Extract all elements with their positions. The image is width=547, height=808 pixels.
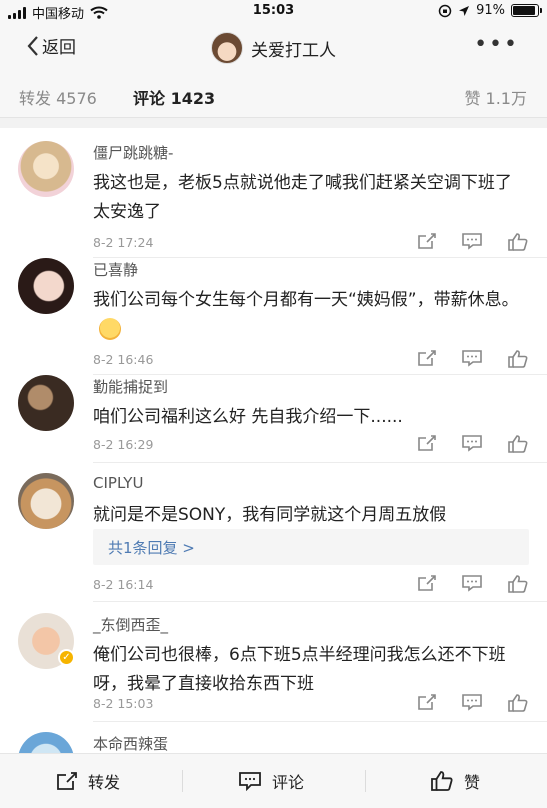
repost-label: 转发 <box>88 773 121 792</box>
like-icon[interactable] <box>507 349 529 369</box>
commenter-name[interactable]: 已喜静 <box>93 259 138 280</box>
comment-time: 8-2 16:46 <box>93 352 154 367</box>
commenter-name[interactable]: CIPLYU <box>93 474 143 492</box>
share-icon[interactable] <box>417 232 437 252</box>
avatar[interactable] <box>18 375 74 431</box>
avatar[interactable] <box>18 732 74 753</box>
tab-comment[interactable]: 评论 1423 <box>133 85 215 109</box>
share-icon[interactable] <box>417 349 437 369</box>
comment-text: 我这也是，老板5点就说他走了喊我们赶紧关空调下班了太安逸了 <box>93 173 512 222</box>
battery-icon <box>511 4 542 17</box>
battery-percent: 91% <box>476 3 505 18</box>
divider <box>93 257 547 258</box>
comment-icon[interactable] <box>461 574 483 594</box>
comment-list[interactable]: 僵尸跳跳糖- 我这也是，老板5点就说他走了喊我们赶紧关空调下班了太安逸了 8-2… <box>0 128 547 753</box>
tab-repost[interactable]: 转发 4576 <box>19 85 97 109</box>
like-icon[interactable] <box>507 693 529 713</box>
comment-text-body: 我们公司每个女生每个月都有一天“姨妈假”，带薪休息。 <box>93 290 519 310</box>
comment-icon[interactable] <box>461 434 483 454</box>
status-bar: 中国移动 15:03 91% <box>0 0 547 22</box>
like-label: 赞 <box>464 773 481 792</box>
orientation-lock-icon <box>438 4 452 17</box>
nav-bar: 返回 关爱打工人 ••• <box>0 22 547 70</box>
comment-icon[interactable] <box>461 232 483 252</box>
location-icon <box>459 5 470 16</box>
divider <box>182 770 183 792</box>
comment-text: 我们公司每个女生每个月都有一天“姨妈假”，带薪休息。 <box>93 286 523 344</box>
more-button[interactable]: ••• <box>474 32 519 57</box>
comment-text: 就问是不是SONY，我有同学就这个月周五放假 <box>93 505 447 525</box>
divider <box>93 462 547 463</box>
reply-box[interactable]: 共1条回复 > <box>93 529 529 565</box>
comment-time: 8-2 17:24 <box>93 235 154 250</box>
avatar[interactable] <box>18 258 74 314</box>
share-icon[interactable] <box>417 574 437 594</box>
avatar[interactable] <box>18 141 74 197</box>
divider <box>365 770 366 792</box>
bottom-action-bar: 转发 评论 赞 <box>0 753 547 808</box>
commenter-name[interactable]: 本命西辣蛋 <box>93 733 168 753</box>
divider <box>93 374 547 375</box>
nav-title[interactable]: 关爱打工人 <box>0 32 547 64</box>
avatar[interactable] <box>18 473 74 529</box>
author-name: 关爱打工人 <box>251 40 336 61</box>
comment-label: 评论 <box>272 773 305 792</box>
comment-time: 8-2 15:03 <box>93 696 154 711</box>
divider <box>93 721 547 722</box>
like-button[interactable]: 赞 <box>430 769 480 793</box>
comment-text: 咱们公司福利这么好 先自我介绍一下...... <box>93 407 403 427</box>
repost-button[interactable]: 转发 <box>56 769 120 793</box>
tab-bar: 转发 4576 评论 1423 赞 1.1万 <box>0 70 547 118</box>
share-icon[interactable] <box>417 434 437 454</box>
emoji-icon <box>99 318 121 340</box>
comment-icon[interactable] <box>461 349 483 369</box>
comment-button[interactable]: 评论 <box>238 769 304 793</box>
commenter-name[interactable]: _东倒西歪_ <box>93 614 168 635</box>
view-replies-link[interactable]: 共1条回复 > <box>108 537 195 558</box>
comment-time: 8-2 16:29 <box>93 437 154 452</box>
author-avatar[interactable] <box>211 32 243 64</box>
comment-icon <box>239 772 261 791</box>
like-icon[interactable] <box>507 434 529 454</box>
share-icon[interactable] <box>417 693 437 713</box>
commenter-name[interactable]: 僵尸跳跳糖- <box>93 142 173 163</box>
commenter-name[interactable]: 勤能捕捉到 <box>93 376 168 397</box>
comment-time: 8-2 16:14 <box>93 577 154 592</box>
verified-badge-icon: ✓ <box>58 649 75 666</box>
divider <box>93 601 547 602</box>
like-icon[interactable] <box>507 574 529 594</box>
comment-icon[interactable] <box>461 693 483 713</box>
share-icon <box>57 772 77 790</box>
comment-text: 俺们公司也很棒，6点下班5点半经理问我怎么还不下班呀，我晕了直接收拾东西下班 <box>93 645 506 694</box>
like-icon[interactable] <box>507 232 529 252</box>
like-icon <box>431 771 453 791</box>
tab-like[interactable]: 赞 1.1万 <box>464 85 527 109</box>
